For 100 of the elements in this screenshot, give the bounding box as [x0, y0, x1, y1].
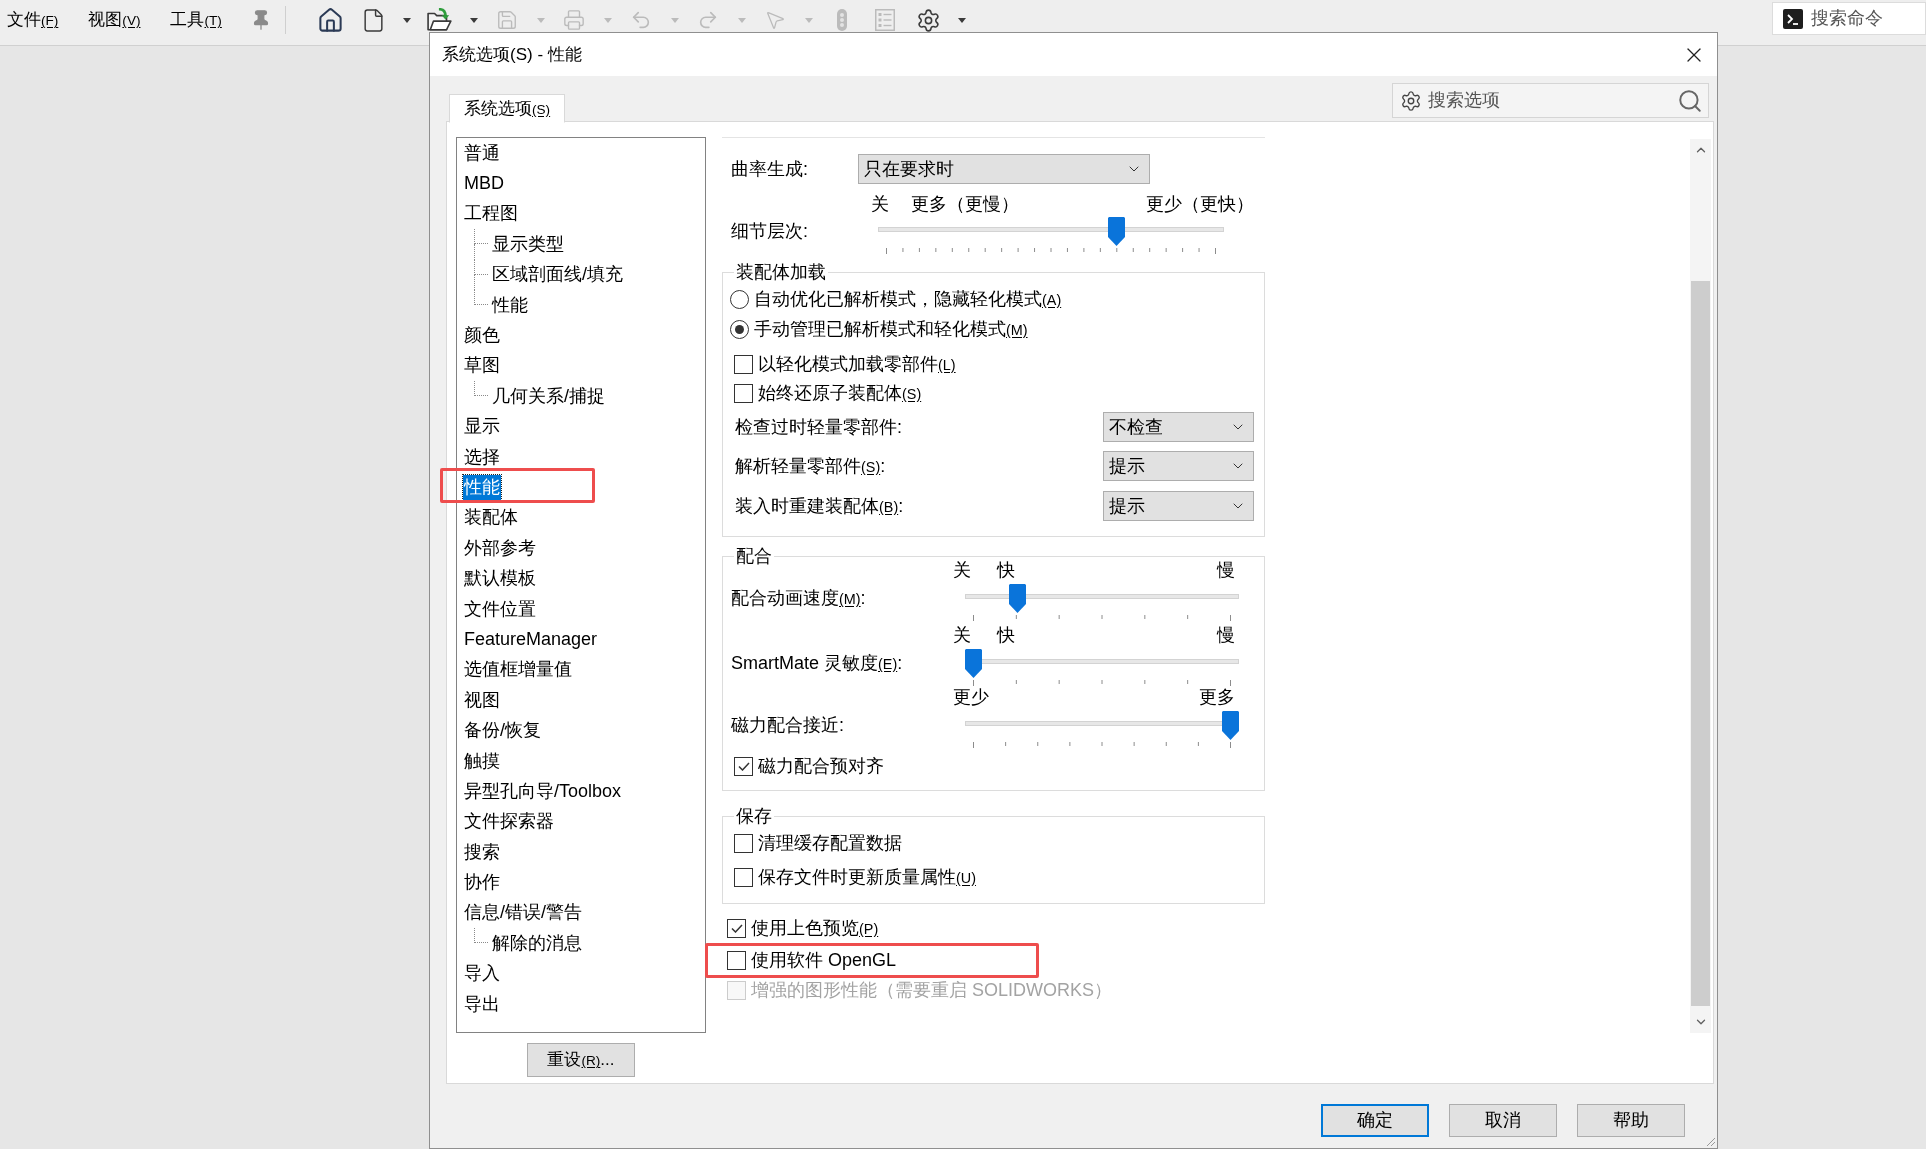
checkbox[interactable]: [734, 867, 753, 887]
scale-label: 关: [871, 193, 889, 215]
group-title: 保存: [734, 805, 774, 827]
tree-item[interactable]: 颜色: [463, 323, 501, 349]
scale-label: 更多: [1199, 686, 1235, 708]
field-label: 磁力配合接近:: [731, 714, 845, 737]
tree-item[interactable]: 选择: [463, 444, 501, 470]
settings-icon: [915, 7, 941, 33]
command-search-input[interactable]: 搜索命令: [1811, 5, 1921, 32]
command-search-field[interactable]: 搜索命令: [1772, 2, 1926, 35]
home-icon: [316, 6, 344, 34]
resize-grip-icon[interactable]: [1705, 1136, 1715, 1146]
slider-track[interactable]: [965, 649, 1239, 678]
radio-label: 自动优化已解析模式，隐藏轻化模式(A): [754, 287, 1062, 311]
tree-item[interactable]: 异型孔向导/Toolbox: [463, 778, 623, 804]
slider-track[interactable]: [878, 217, 1224, 246]
tree-item[interactable]: FeatureManager: [463, 626, 599, 652]
traffic-light-icon: [837, 9, 848, 31]
dialog-button[interactable]: 取消: [1449, 1104, 1557, 1137]
checkbox[interactable]: [734, 354, 753, 374]
tree-item[interactable]: 触摸: [463, 748, 501, 774]
scale-label: 快: [997, 624, 1015, 646]
scale-label: 更多（更慢）: [911, 193, 1019, 215]
slider-thumb[interactable]: [1222, 711, 1239, 740]
tree-item[interactable]: 导入: [463, 961, 501, 987]
slider-thumb[interactable]: [1108, 217, 1126, 246]
menu-item[interactable]: 视图(V): [81, 4, 148, 36]
tree-item[interactable]: 显示: [463, 414, 501, 440]
tree-item[interactable]: 外部参考: [463, 535, 537, 561]
checkbox[interactable]: [734, 756, 753, 776]
field-label: 曲率生成:: [731, 157, 809, 181]
field-label: 装入时重建装配体(B):: [735, 494, 904, 518]
search-icon: [1677, 87, 1703, 114]
tree-item[interactable]: 装配体: [463, 505, 519, 531]
field-label: 解析轻量零部件(S):: [735, 454, 886, 478]
menu-item[interactable]: 工具(T): [163, 4, 229, 36]
dialog-button[interactable]: 帮助: [1577, 1104, 1685, 1137]
checkbox-label: 使用软件 OpenGL: [751, 948, 897, 972]
scale-label: 快: [997, 559, 1015, 581]
group-title: 配合: [734, 545, 774, 567]
tree-item[interactable]: 普通: [463, 140, 501, 166]
slider-thumb[interactable]: [965, 649, 982, 678]
tree-item[interactable]: 草图: [463, 353, 501, 379]
checkbox[interactable]: [734, 383, 753, 403]
dropdown[interactable]: 提示: [1103, 491, 1254, 521]
tree-item[interactable]: 备份/恢复: [463, 718, 542, 744]
tree-item[interactable]: 信息/错误/警告: [463, 900, 583, 926]
slider-track[interactable]: [965, 584, 1239, 613]
reset-button[interactable]: 重设(R)...: [527, 1043, 635, 1077]
tree-item[interactable]: 文件位置: [463, 596, 537, 622]
caret-down-icon: [737, 17, 746, 23]
printer-icon: [563, 9, 586, 31]
check-icon: [737, 761, 750, 771]
checkbox[interactable]: [727, 950, 746, 970]
dialog-title: 系统选项(S) - 性能: [442, 43, 582, 66]
tree-item[interactable]: 协作: [463, 870, 501, 896]
dropdown[interactable]: 只在要求时: [858, 154, 1150, 184]
menu-item[interactable]: 文件(F): [0, 4, 66, 36]
tree-item[interactable]: 性能: [463, 475, 501, 500]
dropdown[interactable]: 不检查: [1103, 412, 1254, 442]
tree-item[interactable]: 显示类型: [491, 231, 565, 257]
tree-item[interactable]: 性能: [491, 292, 529, 318]
scale-label: 更少（更快）: [1146, 193, 1254, 215]
radio-button[interactable]: [730, 289, 749, 309]
group-title: 装配体加载: [734, 261, 828, 283]
tree-item[interactable]: 搜索: [463, 839, 501, 865]
slider-track[interactable]: [965, 711, 1239, 740]
field-label: 配合动画速度(M):: [731, 587, 867, 610]
slider-thumb[interactable]: [1008, 584, 1026, 613]
check-icon: [730, 923, 743, 933]
checkbox[interactable]: [734, 833, 753, 853]
scale-label: 更少: [953, 686, 989, 708]
tree-item[interactable]: 导出: [463, 991, 501, 1017]
tree-connector-line: [474, 229, 488, 260]
dialog-button[interactable]: 确定: [1321, 1104, 1429, 1137]
tree-item[interactable]: 几何关系/捕捉: [491, 383, 606, 409]
search-input[interactable]: 搜索选项: [1428, 87, 1677, 114]
search-field[interactable]: 搜索选项: [1392, 83, 1709, 118]
tree-item[interactable]: 默认模板: [463, 566, 537, 592]
caret-down-icon: [536, 17, 545, 23]
cursor-icon: [764, 9, 787, 31]
dropdown[interactable]: 提示: [1103, 451, 1254, 481]
checkbox-label: 保存文件时更新质量属性(U): [758, 865, 976, 889]
tree-item[interactable]: 视图: [463, 687, 501, 713]
scrollbar-thumb[interactable]: [1691, 281, 1710, 1006]
tree-item[interactable]: 工程图: [463, 201, 519, 227]
radio-button[interactable]: [730, 319, 749, 339]
field-label: 检查过时轻量零部件:: [735, 415, 902, 439]
tree-item[interactable]: MBD: [463, 171, 505, 197]
caret-down-icon: [603, 17, 612, 23]
tree-item[interactable]: 选值框增量值: [463, 657, 573, 683]
checkbox[interactable]: [727, 918, 746, 938]
tree-item[interactable]: 解除的消息: [491, 930, 583, 956]
tree-item[interactable]: 文件探索器: [463, 809, 555, 835]
tab[interactable]: 系统选项(S): [449, 94, 566, 123]
caret-down-icon: [670, 17, 679, 23]
terminal-icon: [1783, 8, 1803, 29]
checkbox-label: 使用上色预览(P): [751, 916, 879, 940]
scrollbar[interactable]: [1690, 139, 1711, 1033]
tree-item[interactable]: 区域剖面线/填充: [491, 262, 624, 288]
